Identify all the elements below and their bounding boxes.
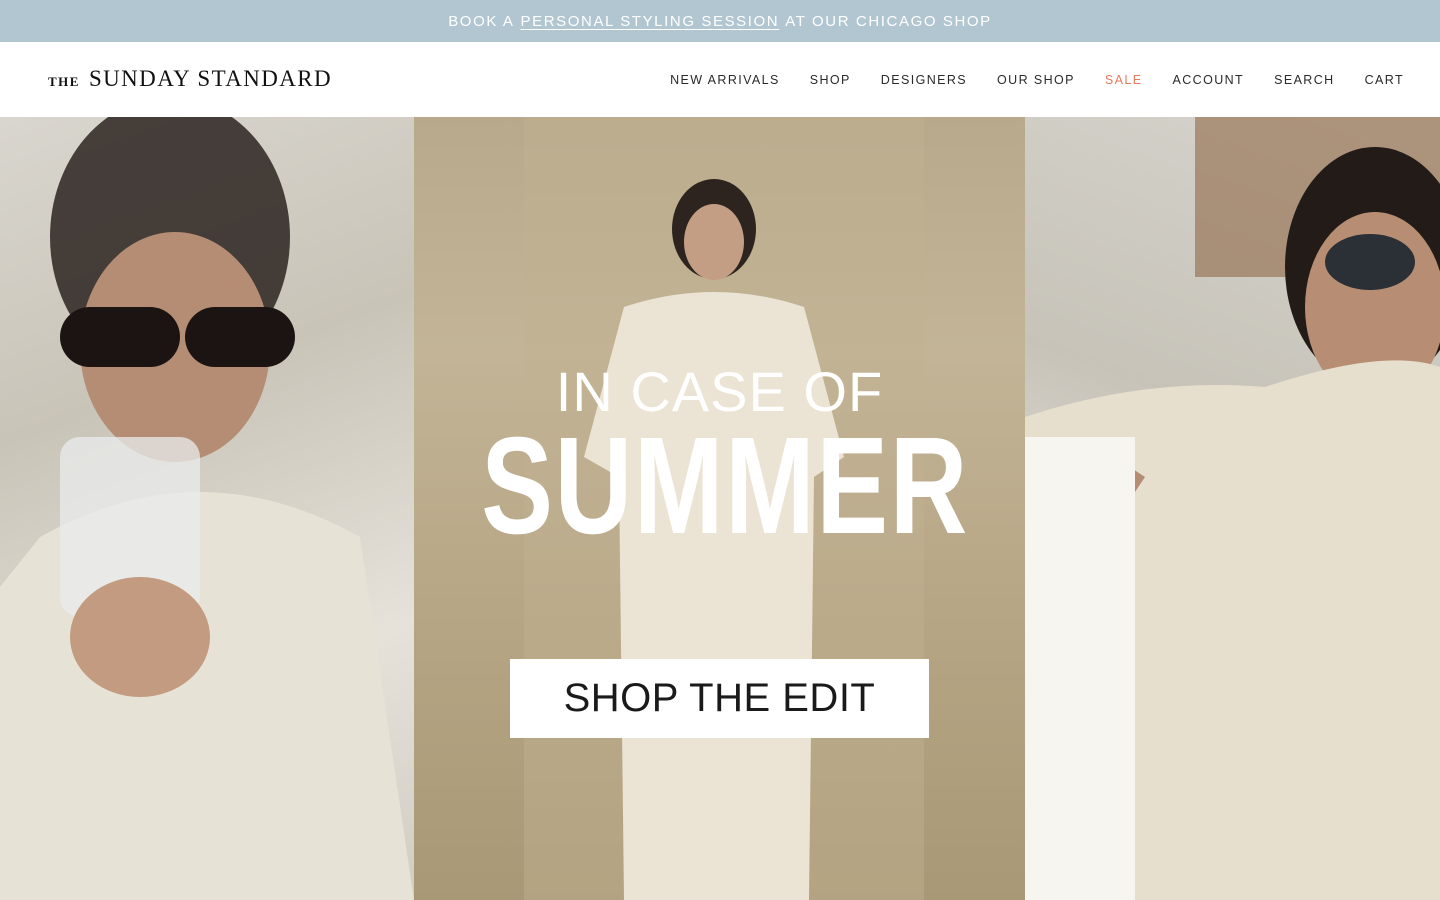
main-nav: NEW ARRIVALS SHOP DESIGNERS OUR SHOP SAL… [670, 42, 1404, 117]
hero-title: SUMMER [481, 409, 969, 563]
nav-designers[interactable]: DESIGNERS [881, 73, 967, 87]
announcement-suffix: AT OUR CHICAGO SHOP [785, 12, 992, 30]
nav-shop[interactable]: SHOP [810, 73, 851, 87]
logo-name: SUNDAY STANDARD [88, 66, 332, 91]
logo-the: THE [48, 74, 80, 89]
hero-image-right [1025, 117, 1440, 900]
hero-right-illustration [1025, 117, 1440, 900]
announcement-bar: BOOK A PERSONAL STYLING SESSION AT OUR C… [0, 0, 1440, 42]
hero-left-illustration [0, 117, 414, 900]
personal-styling-link[interactable]: PERSONAL STYLING SESSION [521, 13, 780, 30]
announcement-prefix: BOOK A [448, 12, 515, 30]
hero-banner[interactable]: IN CASE OF SUMMER SHOP THE EDIT [0, 117, 1440, 900]
nav-our-shop[interactable]: OUR SHOP [997, 73, 1075, 87]
nav-new-arrivals[interactable]: NEW ARRIVALS [670, 73, 780, 87]
shop-the-edit-button[interactable]: SHOP THE EDIT [510, 659, 929, 738]
site-logo[interactable]: THE SUNDAY STANDARD [48, 66, 332, 92]
hero-image-left [0, 117, 414, 900]
nav-account[interactable]: ACCOUNT [1172, 73, 1244, 87]
site-header: THE SUNDAY STANDARD NEW ARRIVALS SHOP DE… [0, 42, 1440, 117]
nav-cart[interactable]: CART [1365, 73, 1404, 87]
nav-sale[interactable]: SALE [1105, 73, 1143, 87]
nav-search[interactable]: SEARCH [1274, 73, 1335, 87]
